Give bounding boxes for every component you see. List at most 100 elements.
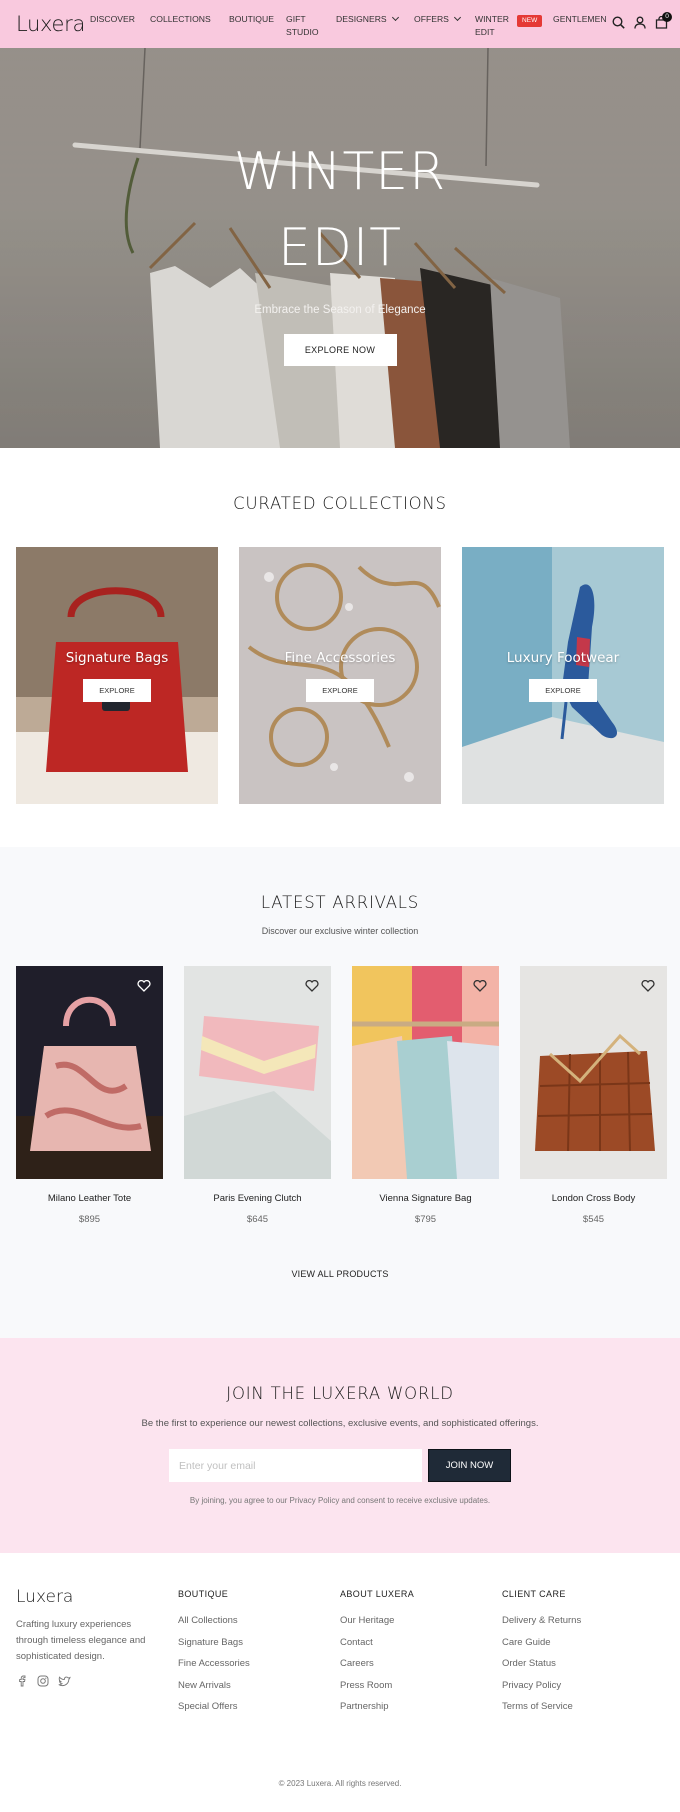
footer-link[interactable]: Contact <box>340 1637 502 1649</box>
product-price: $545 <box>582 1214 605 1225</box>
footer-brand: Luxera Crafting luxury experiences throu… <box>16 1587 178 1713</box>
nav-gift-studio[interactable]: GIFT STUDIO <box>286 13 336 39</box>
product-card[interactable]: Milano Leather Tote $895 <box>16 966 163 1225</box>
footer-tagline: Crafting luxury experiences through time… <box>16 1619 146 1662</box>
product-price: $795 <box>414 1214 437 1225</box>
section-title: CURATED COLLECTIONS <box>233 494 447 513</box>
product-name[interactable]: Milano Leather Tote <box>16 1193 163 1204</box>
footer-link[interactable]: Delivery & Returns <box>502 1615 664 1627</box>
footer-link[interactable]: Careers <box>340 1658 502 1670</box>
product-name[interactable]: London Cross Body <box>520 1193 667 1204</box>
footer-link[interactable]: Terms of Service <box>502 1701 664 1713</box>
instagram-icon[interactable] <box>37 1675 49 1687</box>
footer-column-client-care: CLIENT CARE Delivery & Returns Care Guid… <box>502 1589 664 1713</box>
hero-banner: WINTER EDIT Embrace the Season of Elegan… <box>0 48 680 448</box>
new-badge: New <box>517 15 543 27</box>
heart-icon[interactable] <box>473 980 487 992</box>
chevron-down-icon <box>391 13 399 22</box>
nav-gentlemen[interactable]: GENTLEMEN <box>553 13 606 39</box>
heart-icon[interactable] <box>641 980 655 992</box>
product-card[interactable]: London Cross Body $545 <box>520 966 667 1225</box>
footer-link[interactable]: Partnership <box>340 1701 502 1713</box>
footer-link[interactable]: Care Guide <box>502 1637 664 1649</box>
collections-grid: Signature Bags EXPLORE Fine Accessories … <box>0 547 680 804</box>
footer-link[interactable]: Our Heritage <box>340 1615 502 1627</box>
footer-link[interactable]: Privacy Policy <box>502 1680 664 1692</box>
collection-card-footwear[interactable]: Luxury Footwear EXPLORE <box>462 547 664 804</box>
footer-link[interactable]: New Arrivals <box>178 1680 340 1692</box>
nav-designers[interactable]: DESIGNERS <box>336 13 414 39</box>
product-name[interactable]: Paris Evening Clutch <box>184 1193 331 1204</box>
footer-heading: CLIENT CARE <box>502 1589 566 1599</box>
copyright: © 2023 Luxera. All rights reserved. <box>278 1779 402 1788</box>
chevron-down-icon <box>453 13 461 22</box>
product-price: $895 <box>78 1214 101 1225</box>
product-image[interactable] <box>16 966 163 1179</box>
footer-link[interactable]: Order Status <box>502 1658 664 1670</box>
collection-label: Fine Accessories <box>284 650 396 666</box>
explore-now-button[interactable]: EXPLORE NOW <box>283 334 397 366</box>
explore-button[interactable]: EXPLORE <box>529 679 597 702</box>
collection-card-accessories[interactable]: Fine Accessories EXPLORE <box>239 547 441 804</box>
nav-winter-edit[interactable]: WINTER EDIT New <box>475 13 553 39</box>
footer-link[interactable]: All Collections <box>178 1615 340 1627</box>
collection-label: Luxury Footwear <box>506 650 620 666</box>
product-card[interactable]: Paris Evening Clutch $645 <box>184 966 331 1225</box>
collection-image <box>16 547 218 804</box>
social-links <box>16 1675 178 1687</box>
collection-image <box>462 547 664 804</box>
footer: Luxera Crafting luxury experiences throu… <box>0 1553 680 1812</box>
product-card[interactable]: Vienna Signature Bag $795 <box>352 966 499 1225</box>
footer-grid: Luxera Crafting luxury experiences throu… <box>16 1587 664 1713</box>
top-nav: Luxera DISCOVER COLLECTIONS BOUTIQUE GIF… <box>0 0 680 48</box>
section-title: LATEST ARRIVALS <box>260 893 420 912</box>
email-input[interactable] <box>169 1449 422 1482</box>
footer-link[interactable]: Fine Accessories <box>178 1658 340 1670</box>
footer-link[interactable]: Signature Bags <box>178 1637 340 1649</box>
product-image[interactable] <box>184 966 331 1179</box>
section-subtitle: Discover our exclusive winter collection <box>261 926 419 936</box>
product-price: $645 <box>246 1214 269 1225</box>
cart-button[interactable]: 0 <box>655 12 672 29</box>
brand-logo[interactable]: Luxera <box>16 0 85 48</box>
hero-content: WINTER EDIT Embrace the Season of Elegan… <box>0 134 680 366</box>
facebook-icon[interactable] <box>16 1675 28 1687</box>
nav-discover[interactable]: DISCOVER <box>90 13 150 39</box>
nav-collections[interactable]: COLLECTIONS <box>150 13 229 39</box>
cart-count-badge: 0 <box>662 12 672 22</box>
footer-column-about: ABOUT LUXERA Our Heritage Contact Career… <box>340 1589 502 1713</box>
hero-subtitle: Embrace the Season of Elegance <box>254 304 426 316</box>
footer-logo[interactable]: Luxera <box>16 1587 178 1607</box>
footer-link[interactable]: Special Offers <box>178 1701 340 1713</box>
collection-label: Signature Bags <box>65 650 169 666</box>
newsletter-section: JOIN THE LUXERA WORLD Be the first to ex… <box>0 1338 680 1553</box>
nav-boutique[interactable]: BOUTIQUE <box>229 13 286 39</box>
section-title: JOIN THE LUXERA WORLD <box>226 1384 454 1403</box>
explore-button[interactable]: EXPLORE <box>306 679 374 702</box>
products-grid: Milano Leather Tote $895 Paris Evening C… <box>0 966 680 1225</box>
footer-link[interactable]: Press Room <box>340 1680 502 1692</box>
product-image[interactable] <box>352 966 499 1179</box>
footer-heading: BOUTIQUE <box>178 1589 229 1599</box>
newsletter-form: JOIN NOW <box>0 1449 680 1482</box>
nav-actions: 0 <box>612 12 672 29</box>
newsletter-note: By joining, you agree to our Privacy Pol… <box>189 1496 491 1505</box>
collection-card-bags[interactable]: Signature Bags EXPLORE <box>16 547 218 804</box>
explore-button[interactable]: EXPLORE <box>83 679 151 702</box>
main-nav: DISCOVER COLLECTIONS BOUTIQUE GIFT STUDI… <box>90 0 607 39</box>
collection-image <box>239 547 441 804</box>
search-icon[interactable] <box>612 16 625 29</box>
product-name[interactable]: Vienna Signature Bag <box>352 1193 499 1204</box>
product-image[interactable] <box>520 966 667 1179</box>
twitter-icon[interactable] <box>58 1675 71 1687</box>
footer-heading: ABOUT LUXERA <box>340 1589 415 1599</box>
nav-offers[interactable]: OFFERS <box>414 13 475 39</box>
heart-icon[interactable] <box>305 980 319 992</box>
heart-icon[interactable] <box>137 980 151 992</box>
account-icon[interactable] <box>634 16 646 29</box>
curated-collections-section: CURATED COLLECTIONS Signature Bags EXPLO… <box>0 448 680 847</box>
latest-arrivals-section: LATEST ARRIVALS Discover our exclusive w… <box>0 847 680 1338</box>
footer-column-boutique: BOUTIQUE All Collections Signature Bags … <box>178 1589 340 1713</box>
join-now-button[interactable]: JOIN NOW <box>428 1449 511 1482</box>
view-all-products-link[interactable]: VIEW ALL PRODUCTS <box>0 1269 680 1279</box>
